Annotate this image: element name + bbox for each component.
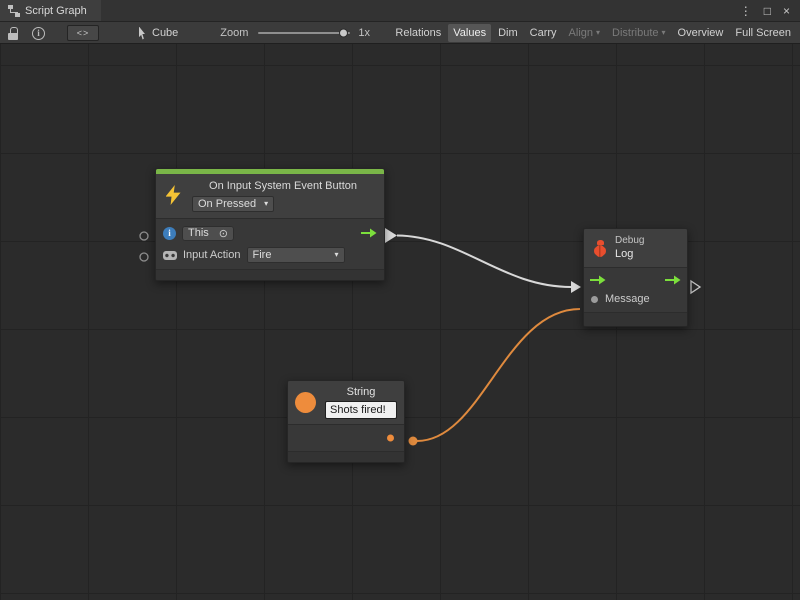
flow-input-port[interactable] — [590, 275, 606, 285]
node-debug-log[interactable]: Debug Log Message — [583, 228, 688, 327]
titlebar: Script Graph ⋮ □ × — [0, 0, 800, 22]
string-output-port-external[interactable] — [409, 437, 418, 446]
string-node-header: String — [288, 381, 404, 424]
toolbar-button-distribute[interactable]: Distribute ▾ — [607, 24, 670, 42]
dropdown-caret-icon: ▾ — [264, 200, 268, 208]
dropdown-caret-icon: ▾ — [334, 251, 338, 259]
dropdown-caret-icon: ▾ — [596, 29, 600, 37]
lock-icon[interactable] — [8, 27, 18, 40]
string-value-input[interactable] — [325, 401, 397, 419]
flow-output-port[interactable] — [361, 228, 377, 238]
message-port[interactable] — [591, 296, 598, 303]
this-target-field[interactable]: This ⊙ — [182, 226, 234, 241]
message-row: Message — [584, 290, 687, 312]
toolbar-button-full-screen[interactable]: Full Screen — [730, 24, 796, 42]
node-footer — [584, 312, 687, 326]
dropdown-caret-icon: ▾ — [662, 29, 666, 37]
zoom-slider-knob[interactable] — [339, 29, 348, 38]
flow-output-port[interactable] — [665, 275, 681, 285]
event-this-port[interactable] — [140, 232, 148, 240]
event-node-body: i This ⊙ Input Action Fire ▾ — [156, 218, 384, 269]
input-action-dropdown[interactable]: Fire ▾ — [247, 247, 345, 263]
node-footer — [156, 269, 384, 280]
event-node-header: On Input System Event Button On Pressed … — [156, 174, 384, 218]
input-action-icon — [163, 251, 177, 260]
target-object-label: Cube — [152, 27, 178, 39]
input-action-row: Input Action Fire ▾ — [163, 245, 377, 265]
event-input-action-port[interactable] — [140, 253, 148, 261]
string-node-title: String — [347, 386, 376, 398]
wire-event-to-log[interactable] — [397, 236, 571, 288]
zoom-value: 1x — [358, 27, 370, 39]
zoom-label: Zoom — [220, 27, 248, 39]
tab-script-graph[interactable]: Script Graph — [0, 0, 101, 22]
wire-arrowhead — [571, 281, 581, 293]
lightning-icon — [166, 185, 181, 205]
node-footer — [288, 451, 404, 462]
debug-category-label: Debug — [615, 235, 644, 248]
cursor-icon — [139, 27, 148, 40]
info-icon[interactable]: i — [32, 27, 45, 40]
tab-title: Script Graph — [25, 5, 87, 17]
code-button[interactable]: <> — [67, 25, 99, 41]
toolbar-button-dim[interactable]: Dim — [493, 24, 523, 42]
string-type-icon — [295, 392, 316, 413]
trigger-dropdown[interactable]: On Pressed ▾ — [192, 196, 274, 212]
string-node-body — [288, 424, 404, 451]
node-string[interactable]: String — [287, 380, 405, 463]
toolbar-buttons: Relations Values Dim Carry Align ▾ Distr… — [390, 24, 800, 42]
toolbar-button-align[interactable]: Align ▾ — [564, 24, 605, 42]
event-flow-output-port[interactable] — [385, 228, 397, 243]
object-picker-icon: ⊙ — [219, 227, 228, 240]
debug-flow-output-port-external[interactable] — [691, 281, 700, 293]
debug-flow-row — [584, 267, 687, 290]
graph-toolbar: i <> Cube Zoom 1x Relations Values Dim C… — [0, 22, 800, 44]
maximize-button[interactable]: □ — [764, 5, 771, 17]
this-row: i This ⊙ — [163, 223, 377, 243]
window-menu-button[interactable]: ⋮ — [740, 5, 752, 17]
event-node-title: On Input System Event Button — [188, 178, 378, 192]
bug-icon — [592, 240, 608, 257]
debug-node-title: Log — [615, 248, 644, 262]
toolbar-button-relations[interactable]: Relations — [390, 24, 446, 42]
zoom-slider[interactable] — [258, 32, 350, 34]
info-icon: i — [163, 227, 176, 240]
message-label: Message — [605, 293, 650, 305]
node-on-input-system-event-button[interactable]: On Input System Event Button On Pressed … — [155, 168, 385, 281]
toolbar-button-carry[interactable]: Carry — [525, 24, 562, 42]
input-action-label: Input Action — [183, 249, 241, 261]
close-button[interactable]: × — [783, 5, 790, 17]
toolbar-button-overview[interactable]: Overview — [673, 24, 729, 42]
graph-canvas[interactable]: On Input System Event Button On Pressed … — [0, 44, 800, 600]
toolbar-button-values[interactable]: Values — [448, 24, 491, 42]
wire-string-to-message[interactable] — [417, 309, 580, 441]
script-graph-icon — [8, 5, 20, 17]
string-output-port[interactable] — [387, 435, 394, 442]
debug-node-header: Debug Log — [584, 229, 687, 267]
